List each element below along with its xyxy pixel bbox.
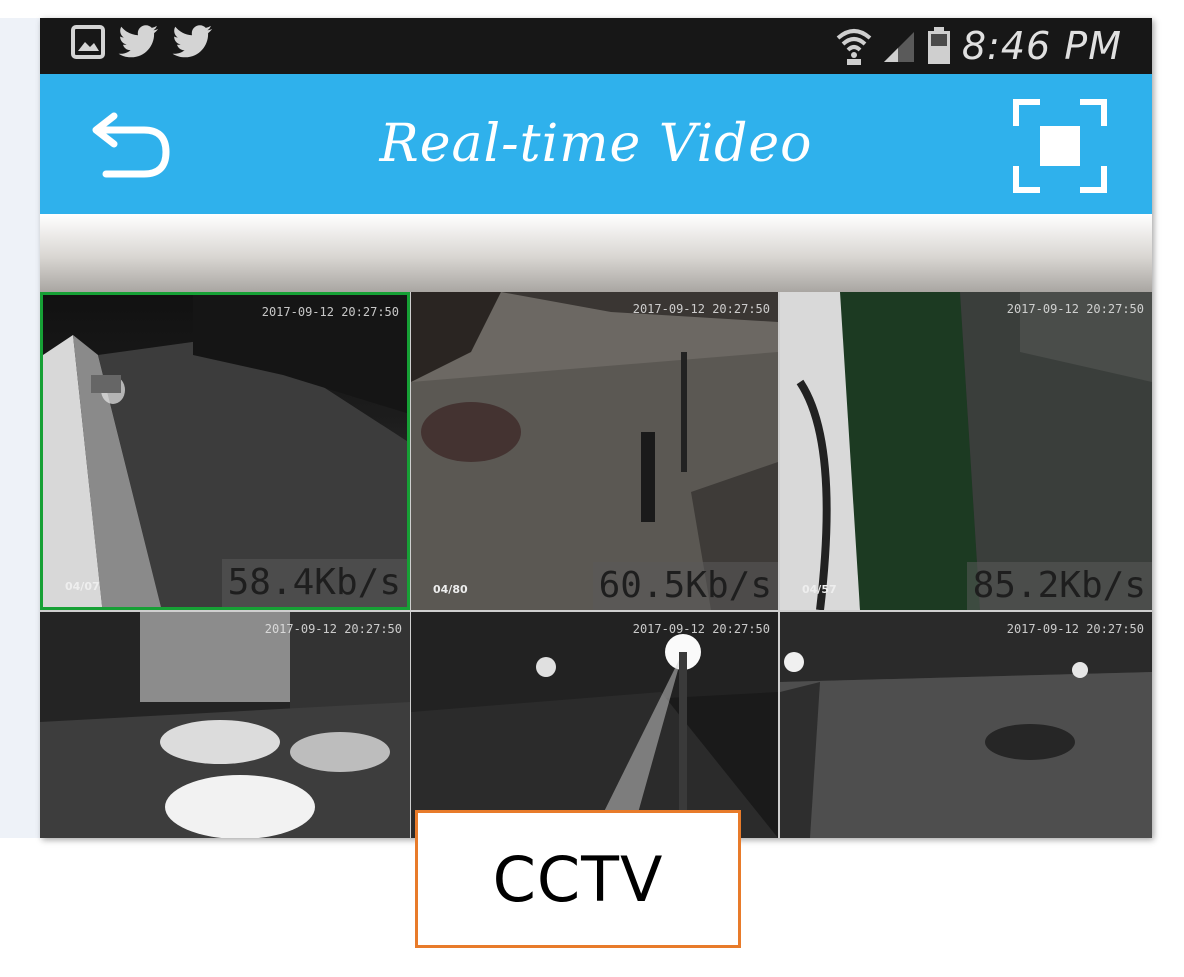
camera-tile[interactable]: 2017-09-12 20:27:50 bbox=[411, 612, 778, 838]
caption-box: CCTV bbox=[415, 810, 741, 948]
back-button[interactable] bbox=[86, 110, 182, 186]
status-time: 8:46 PM bbox=[961, 24, 1122, 68]
page-title: Real-time Video bbox=[379, 114, 813, 174]
camera-timestamp: 2017-09-12 20:27:50 bbox=[1006, 302, 1144, 316]
phone-screenshot: 8:46 PM Real-time Video 2017-09-12 20:27… bbox=[40, 18, 1152, 838]
app-bar: Real-time Video bbox=[40, 74, 1152, 214]
camera-timestamp: 2017-09-12 20:27:50 bbox=[632, 622, 770, 636]
camera-tile[interactable]: 2017-09-12 20:27:50 bbox=[40, 612, 410, 838]
camera-tile[interactable]: 2017-09-12 20:27:50 04/57 85.2Kb/s bbox=[780, 292, 1152, 610]
video-grid: 2017-09-12 20:27:50 04/07 58.4Kb/s 2017-… bbox=[40, 292, 1152, 838]
camera-feed bbox=[411, 612, 778, 838]
bitrate-label: 85.2Kb/s bbox=[966, 562, 1152, 610]
toolbar-strip bbox=[40, 214, 1152, 292]
camera-timestamp: 2017-09-12 20:27:50 bbox=[1006, 622, 1144, 636]
bitrate-label: 58.4Kb/s bbox=[221, 559, 407, 607]
camera-name: 04/07 bbox=[65, 580, 100, 593]
twitter-icon bbox=[172, 25, 213, 58]
camera-name: 04/57 bbox=[802, 583, 837, 596]
camera-timestamp: 2017-09-12 20:27:50 bbox=[261, 305, 399, 319]
signal-icon bbox=[883, 32, 914, 62]
system-indicators: 8:46 PM bbox=[836, 18, 1122, 74]
wifi-icon bbox=[836, 29, 872, 65]
fullscreen-button[interactable] bbox=[1012, 98, 1108, 194]
page-margin-strip bbox=[0, 18, 40, 838]
camera-timestamp: 2017-09-12 20:27:50 bbox=[632, 302, 770, 316]
image-icon bbox=[71, 25, 105, 59]
caption-label: CCTV bbox=[492, 842, 664, 916]
camera-tile[interactable]: 2017-09-12 20:27:50 bbox=[780, 612, 1152, 838]
twitter-icon bbox=[118, 25, 159, 58]
camera-tile[interactable]: 2017-09-12 20:27:50 04/07 58.4Kb/s bbox=[40, 292, 410, 610]
battery-icon bbox=[927, 27, 950, 64]
back-arrow-icon bbox=[92, 112, 170, 178]
camera-timestamp: 2017-09-12 20:27:50 bbox=[264, 622, 402, 636]
notification-icons bbox=[70, 24, 214, 60]
camera-feed bbox=[780, 612, 1152, 838]
status-bar: 8:46 PM bbox=[40, 18, 1152, 74]
bitrate-label: 60.5Kb/s bbox=[592, 562, 778, 610]
camera-feed bbox=[40, 612, 410, 838]
camera-name: 04/80 bbox=[433, 583, 468, 596]
fullscreen-icon bbox=[1013, 99, 1107, 193]
camera-tile[interactable]: 2017-09-12 20:27:50 04/80 60.5Kb/s bbox=[411, 292, 778, 610]
